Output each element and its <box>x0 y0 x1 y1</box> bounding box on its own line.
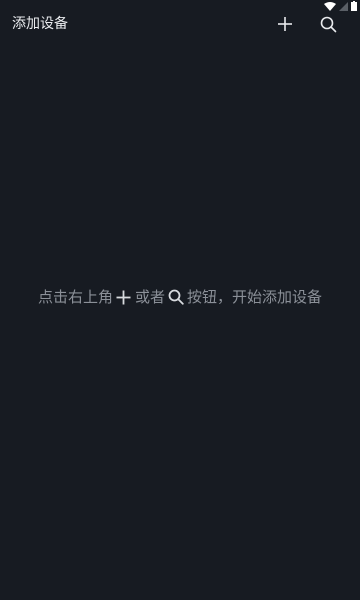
screen: 添加设备 点击右上角 或者 按钮，开始添加设备 <box>0 0 360 600</box>
plus-icon <box>114 287 134 307</box>
search-icon <box>320 16 336 32</box>
hint-text-part2: 或者 <box>134 288 165 306</box>
empty-state-hint: 点击右上角 或者 按钮，开始添加设备 <box>0 287 360 307</box>
add-device-button[interactable] <box>273 12 297 36</box>
plus-icon <box>278 17 292 31</box>
search-icon <box>166 287 186 307</box>
app-bar: 添加设备 <box>0 10 360 38</box>
hint-text-part3: 按钮，开始添加设备 <box>187 288 323 306</box>
search-button[interactable] <box>316 12 340 36</box>
hint-text-part1: 点击右上角 <box>37 288 113 306</box>
page-title: 添加设备 <box>12 16 68 32</box>
